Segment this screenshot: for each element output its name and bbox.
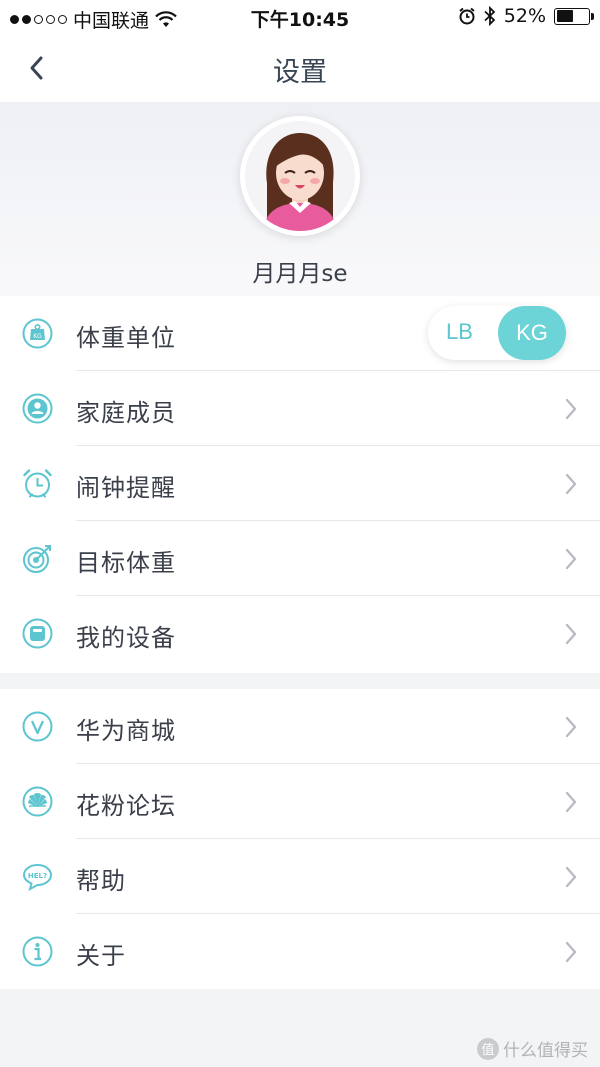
row-label: 华为商城 [76,717,176,745]
row-label: 目标体重 [76,549,176,577]
device-icon [22,618,53,649]
avatar[interactable] [240,116,360,236]
alarm-status-icon [459,7,475,25]
row-label: 花粉论坛 [76,792,176,820]
user-name: 月月月se [252,261,348,287]
row-label: 关于 [76,942,126,970]
vmall-icon [22,711,53,742]
row-my-devices[interactable]: 我的设备 [0,596,600,671]
smzdm-logo-icon: 值 [477,1037,499,1060]
row-weight-unit: KG 体重单位 LB KG [0,296,600,371]
battery-icon [554,7,594,25]
row-label: 我的设备 [76,624,176,652]
row-target-weight[interactable]: 目标体重 [0,521,600,596]
row-family-members[interactable]: 家庭成员 [0,371,600,446]
row-label: 闹钟提醒 [76,474,176,502]
row-alarm-reminder[interactable]: 闹钟提醒 [0,446,600,521]
unit-option-kg[interactable]: KG [498,306,566,360]
row-label: 帮助 [76,867,126,895]
info-icon [22,936,53,967]
bluetooth-icon [484,6,496,26]
huawei-flower-icon [22,786,53,817]
page-title: 设置 [273,57,327,88]
settings-group-personal: KG 体重单位 LB KG 家庭成员 闹钟提醒 目标体重 我的设备 [0,296,600,673]
watermark-text: 什么值得买 [503,1041,588,1061]
profile-header: 月月月se [0,102,600,296]
chevron-right-icon [565,791,577,813]
navigation-bar: 设置 [0,34,600,102]
row-help[interactable]: HEL? 帮助 [0,839,600,914]
status-bar: 中国联通 下午10:45 52% [0,0,600,34]
row-label: 家庭成员 [76,399,176,427]
watermark: 值 什么值得买 [477,1036,588,1061]
chevron-right-icon [565,716,577,738]
row-label: 体重单位 [76,324,176,352]
alarm-clock-icon [23,469,52,498]
battery-percent: 52% [503,5,546,27]
chevron-right-icon [565,398,577,420]
svg-text:HEL?: HEL? [28,872,47,880]
svg-text:KG: KG [33,333,42,340]
target-icon [23,545,51,573]
row-fans-forum[interactable]: 花粉论坛 [0,764,600,839]
row-about[interactable]: 关于 [0,914,600,989]
unit-toggle[interactable]: LB KG [428,306,566,360]
family-member-icon [22,393,53,424]
chevron-right-icon [565,473,577,495]
chevron-right-icon [565,941,577,963]
chevron-right-icon [565,623,577,645]
weight-scale-kg-icon: KG [22,318,53,349]
help-bubble-icon: HEL? [22,863,53,891]
chevron-right-icon [565,866,577,888]
chevron-right-icon [565,548,577,570]
girl-avatar-icon [245,121,355,231]
settings-group-general: 华为商城 花粉论坛 HEL? 帮助 关于 [0,689,600,989]
row-huawei-mall[interactable]: 华为商城 [0,689,600,764]
unit-option-lb[interactable]: LB [446,319,473,345]
